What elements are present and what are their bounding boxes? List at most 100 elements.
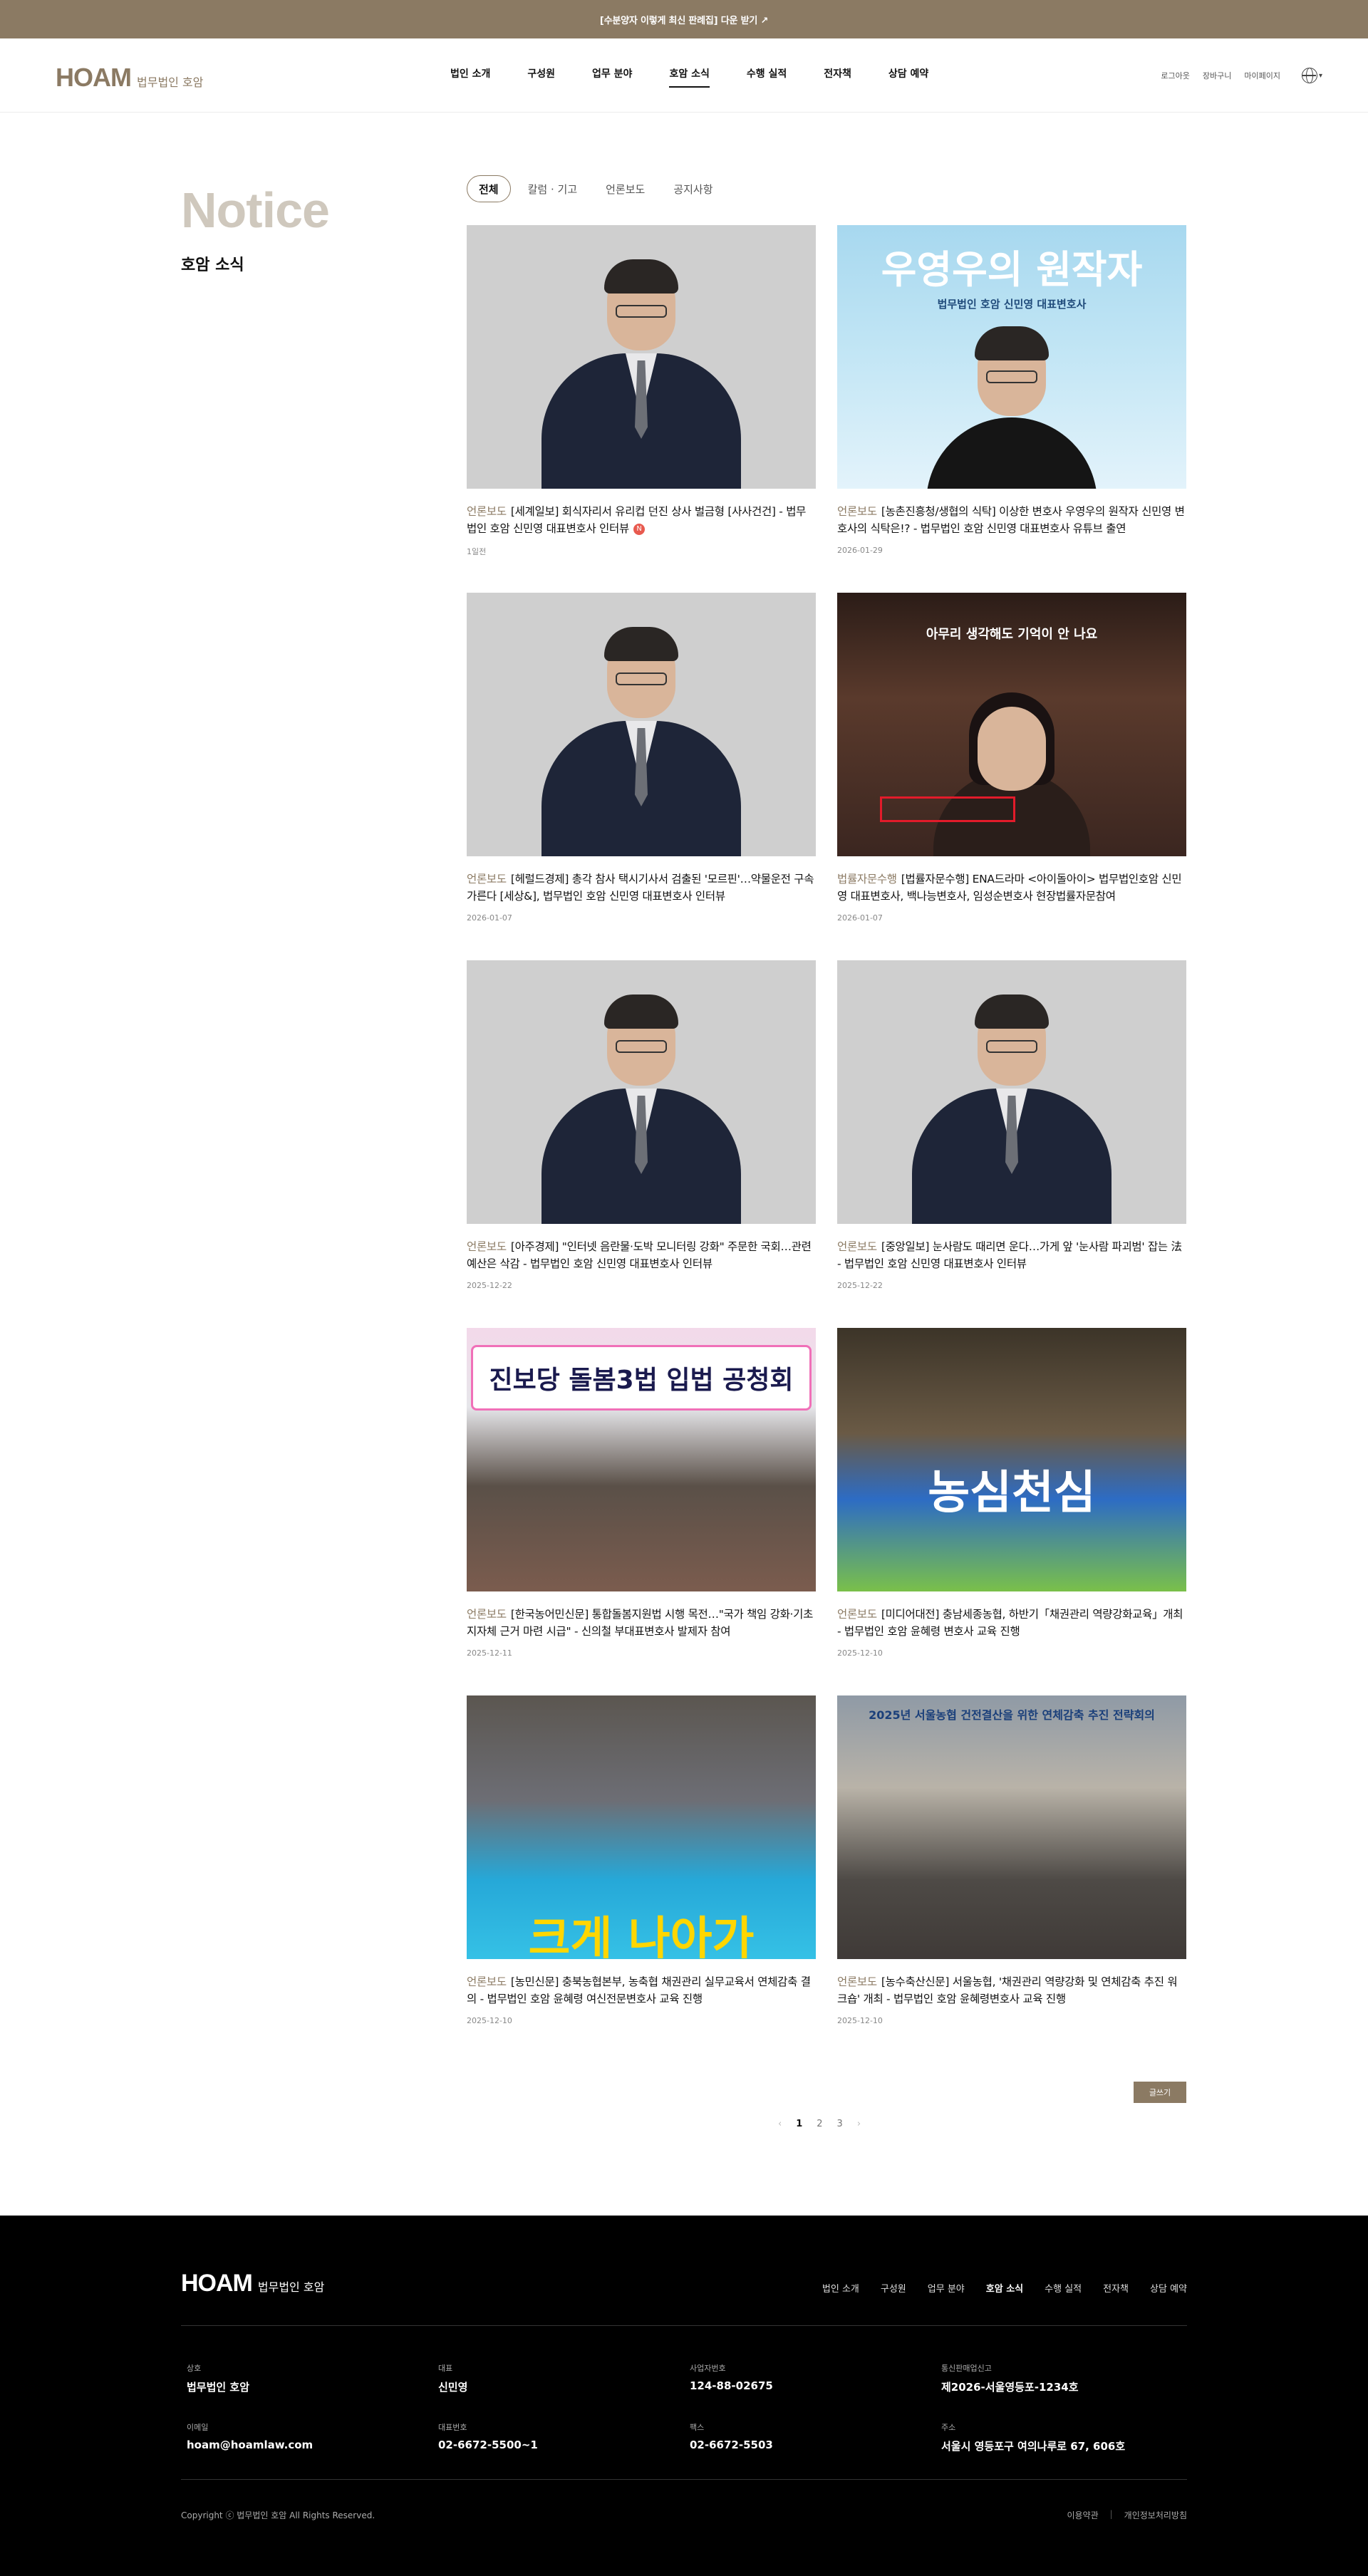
logout-link[interactable]: 로그아웃	[1161, 70, 1189, 81]
new-badge: N	[633, 523, 645, 535]
main-nav: 법인 소개 구성원 업무 분야 호암 소식 수행 실적 전자책 상담 예약	[450, 38, 965, 113]
post-title-text: [헤럴드경제] 총각 참사 택시기사서 검출된 '모르핀'…약물운전 구속 가른…	[467, 873, 814, 903]
post-category: 언론보도	[467, 1240, 507, 1253]
mypage-link[interactable]: 마이페이지	[1244, 70, 1280, 81]
nav-item-ebook[interactable]: 전자책	[824, 66, 851, 85]
prev-page-icon[interactable]: ‹	[778, 2119, 782, 2129]
nav-item-cases[interactable]: 수행 실적	[747, 66, 787, 85]
footer-divider	[181, 2479, 1187, 2480]
nav-item-news[interactable]: 호암 소식	[669, 66, 710, 88]
footer-links: 이용약관 | 개인정보처리방침	[1067, 2509, 1187, 2521]
post-title-text: [중앙일보] 눈사람도 때리면 운다…가게 앞 '눈사람 파괴범' 잡는 法 -…	[837, 1240, 1182, 1270]
post-title[interactable]: 언론보도 [농민신문] 충북농협본부, 농축협 채권관리 실무교육서 연체감축 결…	[467, 1973, 816, 2008]
privacy-link[interactable]: 개인정보처리방침	[1124, 2509, 1187, 2521]
footer-nav-members[interactable]: 구성원	[881, 2281, 906, 2295]
page-link-2[interactable]: 2	[817, 2119, 822, 2129]
post-card[interactable]: 농심천심 언론보도 [미디어대전] 충남세종농협, 하반기「채권관리 역량강화교육…	[837, 1328, 1186, 1695]
post-title[interactable]: 언론보도 [헤럴드경제] 총각 참사 택시기사서 검출된 '모르핀'…약물운전 구…	[467, 871, 816, 905]
footer-logo-mark: HOAM	[181, 2270, 253, 2297]
write-button[interactable]: 글쓰기	[1134, 2082, 1186, 2103]
nav-item-members[interactable]: 구성원	[527, 66, 555, 85]
post-thumbnail: 진보당 돌봄3법 입법 공청회	[467, 1328, 816, 1591]
post-card[interactable]: 우영우의 원작자 법무법인 호암 신민영 대표변호사 언론보도 [농촌진흥청/생협…	[837, 225, 1186, 593]
event-banner-text: 농심천심	[928, 1467, 1096, 1520]
event-banner-text: 크게 나아가	[528, 1913, 755, 1959]
footer-nav-about[interactable]: 법인 소개	[822, 2281, 859, 2295]
language-selector[interactable]: ▾	[1293, 68, 1322, 83]
post-category: 언론보도	[467, 505, 507, 518]
footer-nav-consult[interactable]: 상담 예약	[1150, 2281, 1187, 2295]
post-thumbnail: 크게 나아가	[467, 1695, 816, 1959]
post-card[interactable]: 언론보도 [세계일보] 회식자리서 유리컵 던진 상사 벌금형 [사사건건] - …	[467, 225, 816, 593]
post-card[interactable]: 언론보도 [중앙일보] 눈사람도 때리면 운다…가게 앞 '눈사람 파괴범' 잡는…	[837, 960, 1186, 1328]
link-separator: |	[1109, 2509, 1113, 2519]
lawyer-portrait-image	[527, 254, 755, 489]
page-link-1[interactable]: 1	[796, 2119, 802, 2129]
footer-nav-news[interactable]: 호암 소식	[986, 2281, 1023, 2295]
post-title[interactable]: 법률자문수행 [법률자문수행] ENA드라마 <아이돌아이> 법무법인호암 신민영…	[837, 871, 1186, 905]
tab-notice[interactable]: 공지사항	[662, 175, 724, 202]
page-subtitle: 호암 소식	[181, 256, 244, 274]
page-link-3[interactable]: 3	[837, 2119, 843, 2129]
post-title[interactable]: 언론보도 [중앙일보] 눈사람도 때리면 운다…가게 앞 '눈사람 파괴범' 잡는…	[837, 1238, 1186, 1272]
tab-press[interactable]: 언론보도	[594, 175, 656, 202]
post-title-text: [한국농어민신문] 통합돌봄지원법 시행 목전…"국가 책임 강화·기초지자체 …	[467, 1608, 814, 1638]
post-thumbnail	[467, 960, 816, 1224]
footer-nav-ebook[interactable]: 전자책	[1103, 2281, 1129, 2295]
cart-link[interactable]: 장바구니	[1203, 70, 1231, 81]
post-card[interactable]: 아무리 생각해도 기억이 안 나요 법률자문수행 [법률자문수행] ENA드라마 …	[837, 593, 1186, 960]
chevron-down-icon: ▾	[1318, 71, 1322, 80]
terms-link[interactable]: 이용약관	[1067, 2509, 1098, 2521]
post-title[interactable]: 언론보도 [아주경제] "인터넷 음란물·도박 모니터링 강화" 주문한 국회…관…	[467, 1238, 816, 1272]
post-thumbnail: 2025년 서울농협 건전결산을 위한 연체감축 추진 전략회의	[837, 1695, 1186, 1959]
nav-item-about[interactable]: 법인 소개	[450, 66, 490, 85]
info-ecommerce-reg: 통신판매업신고 제2026-서울영등포-1234호	[941, 2364, 1079, 2394]
post-thumbnail: 아무리 생각해도 기억이 안 나요	[837, 593, 1186, 856]
post-category: 언론보도	[467, 1975, 507, 1988]
next-page-icon[interactable]: ›	[857, 2119, 861, 2129]
post-card[interactable]: 진보당 돌봄3법 입법 공청회 언론보도 [한국농어민신문] 통합돌봄지원법 시행…	[467, 1328, 816, 1695]
footer-logo[interactable]: HOAM 법무법인 호암	[181, 2270, 324, 2297]
nav-item-consult[interactable]: 상담 예약	[888, 66, 928, 85]
post-card[interactable]: 크게 나아가 언론보도 [농민신문] 충북농협본부, 농축협 채권관리 실무교육서…	[467, 1695, 816, 2063]
footer-nav-cases[interactable]: 수행 실적	[1045, 2281, 1082, 2295]
post-card[interactable]: 2025년 서울농협 건전결산을 위한 연체감축 추진 전략회의 언론보도 [농수…	[837, 1695, 1186, 2063]
post-date: 2025-12-22	[467, 1281, 512, 1290]
post-date: 2025-12-11	[467, 1648, 512, 1658]
site-footer: HOAM 법무법인 호암 법인 소개 구성원 업무 분야 호암 소식 수행 실적…	[0, 2216, 1368, 2576]
footer-logo-sub: 법무법인 호암	[257, 2280, 325, 2294]
tab-column[interactable]: 칼럼 · 기고	[517, 175, 589, 202]
post-date: 2026-01-07	[467, 913, 512, 923]
post-date: 1일전	[467, 547, 487, 556]
post-title[interactable]: 언론보도 [미디어대전] 충남세종농협, 하반기「채권관리 역량강화교육」개최 -…	[837, 1606, 1186, 1640]
nav-item-practice[interactable]: 업무 분야	[592, 66, 632, 85]
site-logo[interactable]: HOAM 법무법인 호암	[56, 63, 203, 93]
event-banner-text: 진보당 돌봄3법 입법 공청회	[471, 1345, 812, 1411]
promo-banner-link[interactable]: [수분양자 이렇게 최신 판례집] 다운 받기 ↗	[600, 13, 768, 26]
top-promo-banner[interactable]: [수분양자 이렇게 최신 판례집] 다운 받기 ↗	[0, 0, 1368, 38]
page-title: Notice	[181, 182, 330, 238]
post-thumbnail	[467, 593, 816, 856]
post-title-text: [농민신문] 충북농협본부, 농축협 채권관리 실무교육서 연체감축 결의 - …	[467, 1975, 811, 2005]
post-title[interactable]: 언론보도 [농수축산신문] 서울농협, '채권관리 역량강화 및 연체감축 추진 …	[837, 1973, 1186, 2008]
post-date: 2025-12-10	[837, 1648, 883, 1658]
post-card[interactable]: 언론보도 [아주경제] "인터넷 음란물·도박 모니터링 강화" 주문한 국회…관…	[467, 960, 816, 1328]
post-date: 2025-12-22	[837, 1281, 883, 1290]
post-title[interactable]: 언론보도 [한국농어민신문] 통합돌봄지원법 시행 목전…"국가 책임 강화·기초…	[467, 1606, 816, 1640]
footer-nav: 법인 소개 구성원 업무 분야 호암 소식 수행 실적 전자책 상담 예약	[822, 2281, 1187, 2295]
tab-all[interactable]: 전체	[467, 175, 511, 202]
post-title[interactable]: 언론보도 [농촌진흥청/생협의 식탁] 이상한 변호사 우영우의 원작자 신민영 …	[837, 503, 1186, 537]
post-category: 법률자문수행	[837, 873, 897, 886]
thumbnail-subtitle: 아무리 생각해도 기억이 안 나요	[926, 627, 1098, 642]
logo-sub: 법무법인 호암	[137, 76, 204, 89]
company-info: 상호 법무법인 호암 대표 신민영 사업자번호 124-88-02675 통신판매업신…	[187, 2362, 1187, 2453]
footer-nav-practice[interactable]: 업무 분야	[928, 2281, 965, 2295]
post-date: 2026-01-07	[837, 913, 883, 923]
post-title[interactable]: 언론보도 [세계일보] 회식자리서 유리컵 던진 상사 벌금형 [사사건건] - …	[467, 503, 816, 537]
globe-icon	[1301, 68, 1317, 83]
event-banner-text: 2025년 서울농협 건전결산을 위한 연체감축 추진 전략회의	[869, 1708, 1155, 1722]
post-category: 언론보도	[837, 1240, 877, 1253]
post-date: 2025-12-10	[837, 2016, 883, 2025]
post-title-text: [아주경제] "인터넷 음란물·도박 모니터링 강화" 주문한 국회…관련 예산…	[467, 1240, 812, 1270]
post-card[interactable]: 언론보도 [헤럴드경제] 총각 참사 택시기사서 검출된 '모르핀'…약물운전 구…	[467, 593, 816, 960]
